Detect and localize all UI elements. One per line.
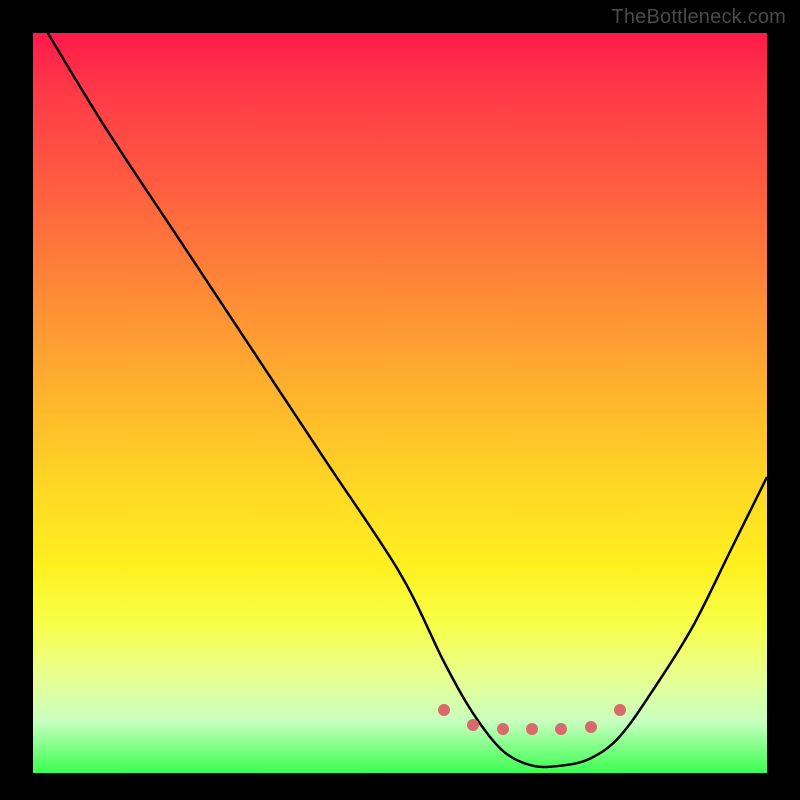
attribution-text: TheBottleneck.com <box>611 6 786 29</box>
chart-background-gradient <box>33 33 767 773</box>
